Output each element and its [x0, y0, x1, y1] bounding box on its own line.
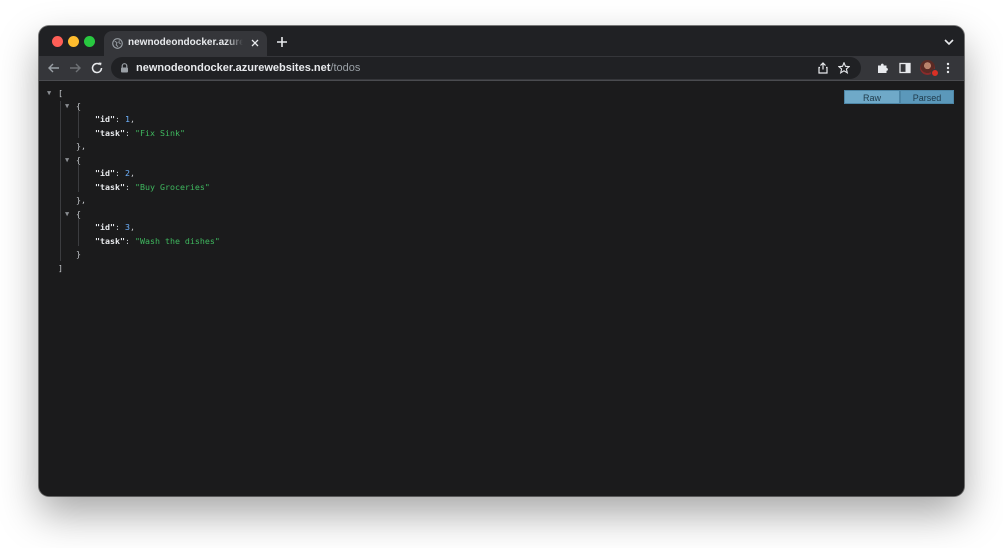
indent-guide: [78, 111, 79, 138]
indent-guide: [78, 165, 79, 192]
json-row-task: "task": "Buy Groceries": [95, 182, 210, 192]
collapse-toggle-icon[interactable]: ▼: [65, 154, 69, 166]
address-bar[interactable]: newnodeondocker.azurewebsites.net/todos: [111, 57, 861, 79]
globe-icon: [112, 38, 123, 49]
json-row-task: "task": "Fix Sink": [95, 128, 185, 138]
json-row-id: "id": 1,: [95, 114, 135, 124]
json-object-close: },: [76, 195, 86, 205]
forward-arrow-icon[interactable]: [68, 61, 82, 75]
share-icon[interactable]: [817, 62, 829, 74]
plus-icon[interactable]: [276, 36, 288, 48]
json-array-open: [: [58, 88, 63, 98]
collapse-toggle-icon[interactable]: ▼: [47, 87, 51, 99]
url-host: newnodeondocker.azurewebsites.net: [136, 62, 331, 74]
url-path: /todos: [330, 62, 361, 74]
url-text: newnodeondocker.azurewebsites.net/todos: [136, 62, 360, 74]
back-arrow-icon[interactable]: [47, 61, 61, 75]
json-array-close: ]: [58, 263, 63, 273]
collapse-toggle-icon[interactable]: ▼: [65, 100, 69, 112]
close-window-button[interactable]: [52, 36, 63, 47]
profile-status-badge: [931, 69, 939, 77]
indent-guide: [78, 219, 79, 246]
indent-guide: [60, 101, 61, 261]
tab-title: newnodeondocker.azurewebsites.net/todos: [128, 37, 243, 48]
close-icon[interactable]: [249, 37, 261, 49]
maximize-window-button[interactable]: [84, 36, 95, 47]
json-row-task: "task": "Wash the dishes": [95, 236, 220, 246]
star-icon[interactable]: [838, 62, 850, 74]
page-content: Raw Parsed ▼ [ ▼ { "id": 1, "task": "Fix…: [39, 81, 964, 496]
json-object-open: {: [76, 209, 81, 219]
side-panel-icon[interactable]: [899, 62, 911, 74]
parsed-button[interactable]: Parsed: [900, 90, 954, 104]
json-object-close: },: [76, 141, 86, 151]
reload-icon[interactable]: [90, 61, 104, 75]
json-row-id: "id": 2,: [95, 168, 135, 178]
raw-button[interactable]: Raw: [844, 90, 900, 104]
browser-tab[interactable]: newnodeondocker.azurewebsites.net/todos: [104, 31, 267, 56]
puzzle-icon[interactable]: [877, 62, 889, 74]
json-object-open: {: [76, 155, 81, 165]
lock-icon[interactable]: [120, 63, 129, 73]
minimize-window-button[interactable]: [68, 36, 79, 47]
chevron-down-icon[interactable]: [944, 38, 954, 46]
tab-strip: newnodeondocker.azurewebsites.net/todos: [39, 26, 964, 56]
browser-window: newnodeondocker.azurewebsites.net/todos: [39, 26, 964, 496]
browser-toolbar: newnodeondocker.azurewebsites.net/todos: [39, 56, 964, 81]
view-mode-toggle: Raw Parsed: [844, 90, 954, 104]
collapse-toggle-icon[interactable]: ▼: [65, 208, 69, 220]
json-row-id: "id": 3,: [95, 222, 135, 232]
json-object-close: }: [76, 249, 81, 259]
kebab-menu-icon[interactable]: [946, 62, 950, 74]
json-object-open: {: [76, 101, 81, 111]
